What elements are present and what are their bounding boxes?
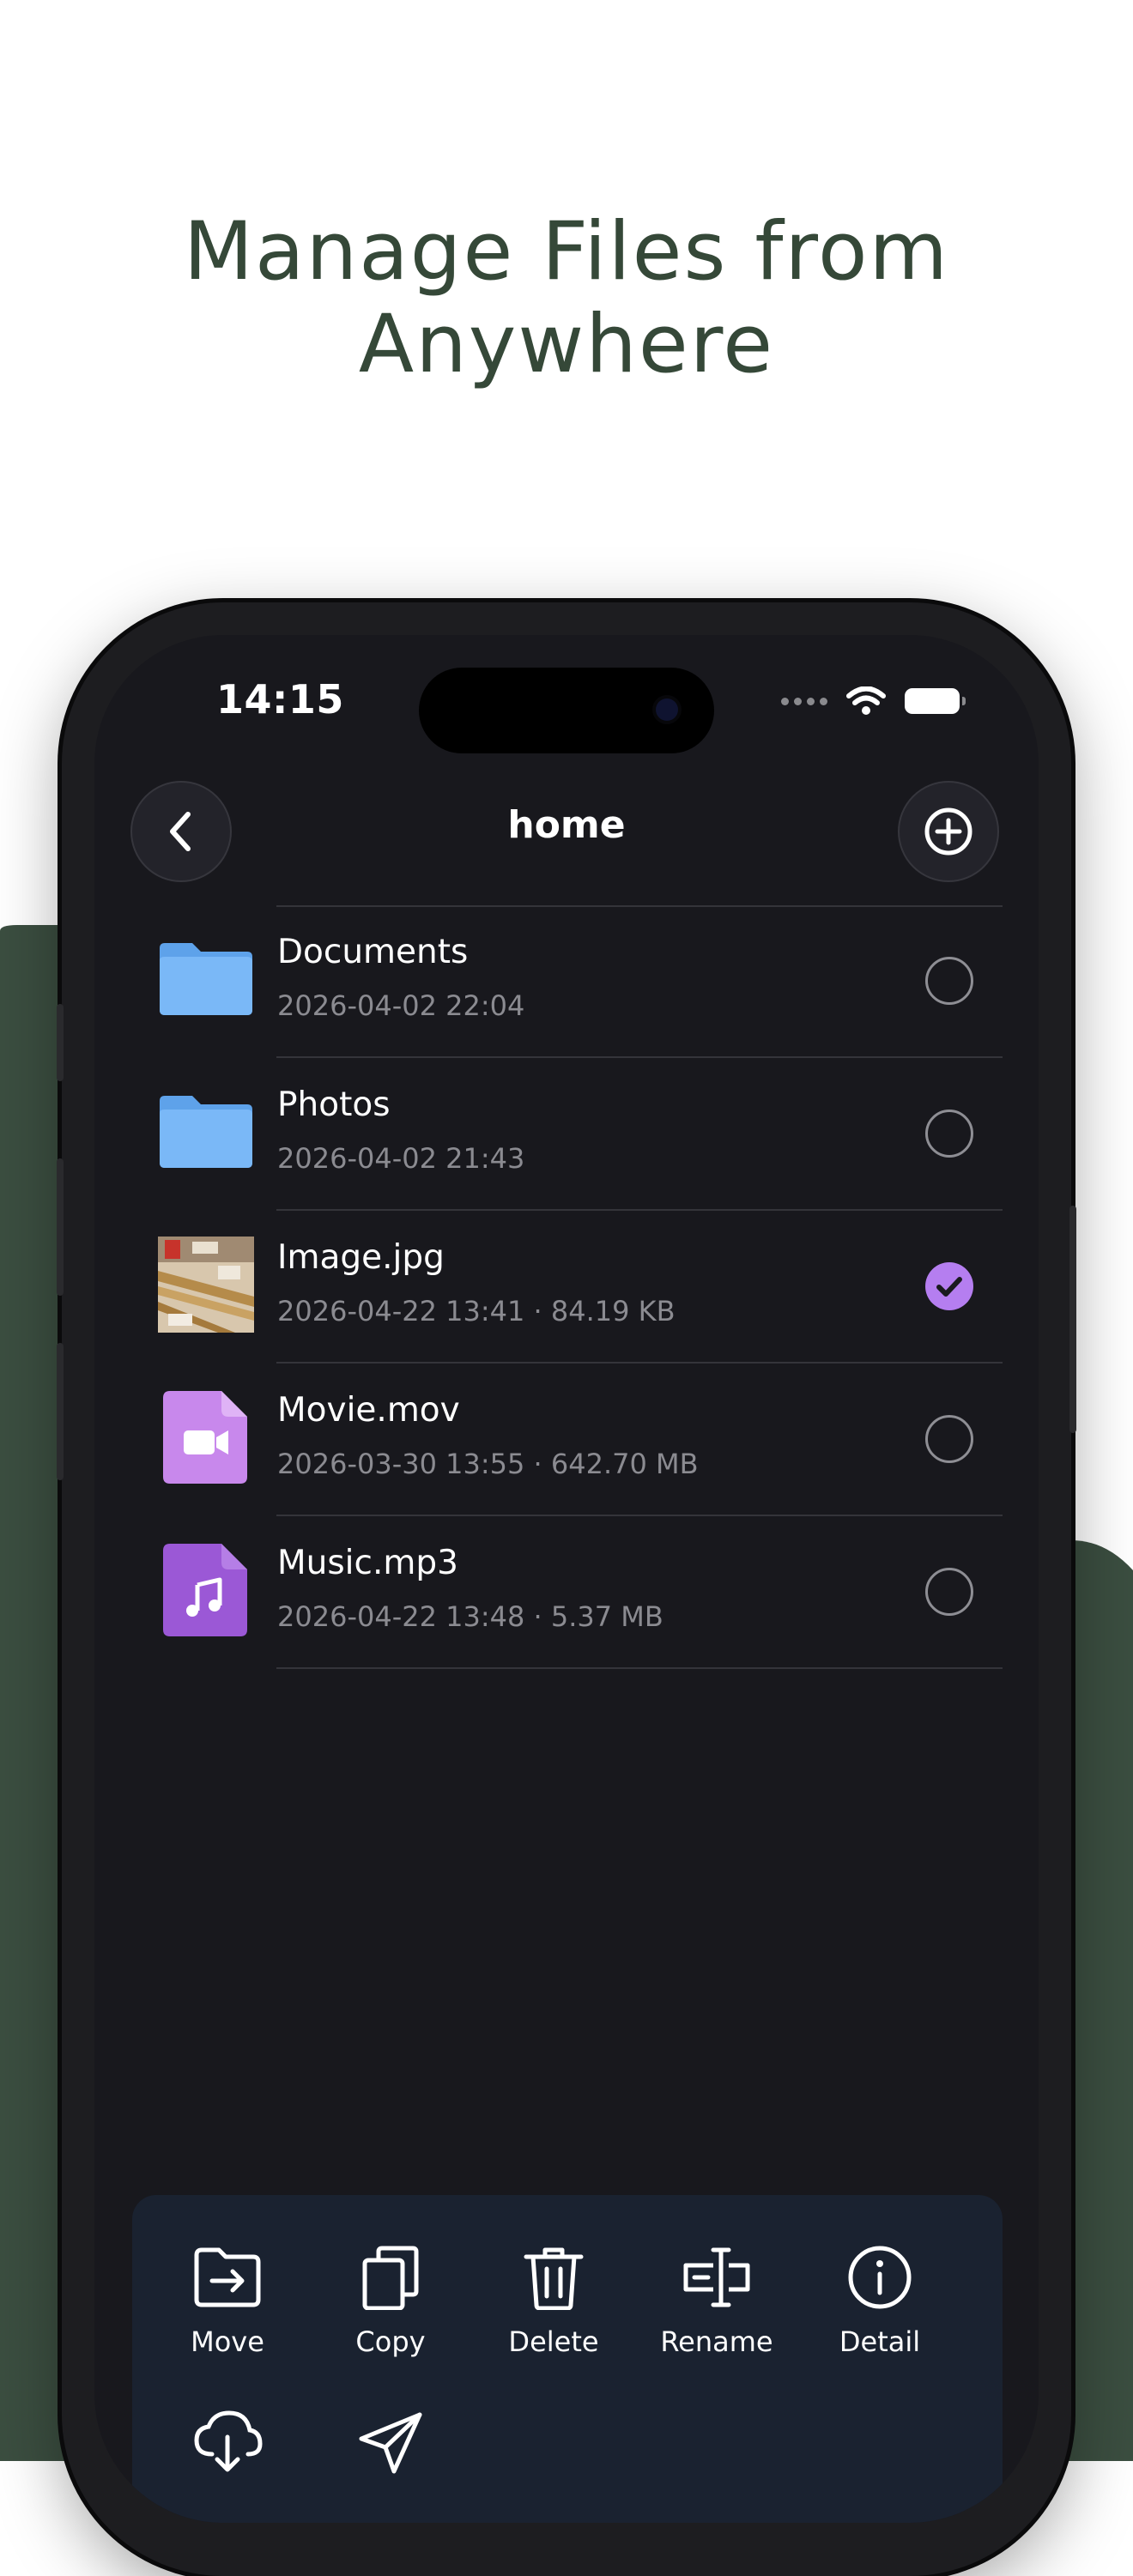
phone-screen: 14:15 home Documents 2026-04-02 22:04 Ph… bbox=[94, 635, 1039, 2523]
divider bbox=[276, 1667, 1003, 1669]
volume-up-button bbox=[57, 1158, 64, 1296]
volume-down-button bbox=[57, 1343, 64, 1480]
move-button[interactable]: Move bbox=[154, 2245, 300, 2358]
send-icon bbox=[359, 2412, 422, 2474]
status-time: 14:15 bbox=[216, 676, 344, 723]
select-radio[interactable] bbox=[925, 1568, 973, 1616]
status-icons bbox=[781, 686, 966, 716]
file-name: Documents bbox=[277, 933, 469, 971]
action-toolbar: Move Copy Delete Rename Detail bbox=[132, 2195, 1003, 2523]
copy-label: Copy bbox=[355, 2325, 426, 2358]
rename-label: Rename bbox=[660, 2325, 773, 2358]
move-icon bbox=[194, 2247, 261, 2307]
file-meta: 2026-04-22 13:41 · 84.19 KB bbox=[277, 1295, 676, 1327]
cellular-icon bbox=[781, 697, 827, 705]
select-radio[interactable] bbox=[925, 1110, 973, 1158]
folder-icon bbox=[160, 943, 252, 1015]
file-list: Documents 2026-04-02 22:04 Photos 2026-0… bbox=[94, 905, 1039, 1669]
copy-icon bbox=[362, 2246, 419, 2310]
file-name: Image.jpg bbox=[277, 1238, 445, 1277]
headline-line-1: Manage Files from bbox=[183, 205, 950, 299]
file-name: Music.mp3 bbox=[277, 1544, 458, 1582]
list-item[interactable]: Image.jpg 2026-04-22 13:41 · 84.19 KB bbox=[94, 1211, 1039, 1364]
detail-button[interactable]: Detail bbox=[807, 2245, 953, 2358]
audio-file-icon bbox=[163, 1544, 247, 1636]
download-button[interactable] bbox=[154, 2410, 300, 2475]
select-radio-checked[interactable] bbox=[925, 1262, 973, 1310]
file-meta: 2026-04-22 13:48 · 5.37 MB bbox=[277, 1600, 663, 1633]
dynamic-island bbox=[419, 668, 714, 753]
battery-icon bbox=[905, 688, 966, 714]
file-name: Movie.mov bbox=[277, 1391, 460, 1430]
cloud-download-icon bbox=[194, 2410, 263, 2472]
delete-button[interactable]: Delete bbox=[481, 2245, 627, 2358]
share-button[interactable] bbox=[318, 2410, 464, 2475]
page-title: home bbox=[507, 803, 626, 847]
power-button bbox=[1069, 1206, 1076, 1433]
action-button bbox=[57, 1004, 64, 1081]
rename-button[interactable]: Rename bbox=[644, 2245, 790, 2358]
checkmark-icon bbox=[936, 1277, 962, 1297]
move-label: Move bbox=[191, 2325, 264, 2358]
select-radio[interactable] bbox=[925, 1415, 973, 1463]
file-meta: 2026-03-30 13:55 · 642.70 MB bbox=[277, 1448, 699, 1480]
wifi-icon bbox=[846, 686, 886, 715]
list-item[interactable]: Photos 2026-04-02 21:43 bbox=[94, 1058, 1039, 1211]
file-meta: 2026-04-02 22:04 bbox=[277, 989, 525, 1022]
plus-circle-icon bbox=[924, 807, 972, 856]
detail-label: Detail bbox=[839, 2325, 921, 2358]
camera-lens bbox=[656, 698, 678, 721]
image-thumbnail bbox=[158, 1237, 254, 1333]
add-button[interactable] bbox=[898, 781, 999, 882]
select-radio[interactable] bbox=[925, 957, 973, 1005]
folder-icon bbox=[160, 1096, 252, 1168]
delete-label: Delete bbox=[508, 2325, 599, 2358]
file-name: Photos bbox=[277, 1085, 391, 1124]
video-file-icon bbox=[163, 1391, 247, 1484]
list-item[interactable]: Music.mp3 2026-04-22 13:48 · 5.37 MB bbox=[94, 1516, 1039, 1669]
trash-icon bbox=[524, 2247, 584, 2310]
headline-line-2: Anywhere bbox=[358, 298, 775, 391]
list-item[interactable]: Documents 2026-04-02 22:04 bbox=[94, 905, 1039, 1058]
list-item[interactable]: Movie.mov 2026-03-30 13:55 · 642.70 MB bbox=[94, 1364, 1039, 1516]
info-icon bbox=[848, 2246, 912, 2309]
file-meta: 2026-04-02 21:43 bbox=[277, 1142, 525, 1175]
copy-button[interactable]: Copy bbox=[318, 2245, 464, 2358]
rename-icon bbox=[683, 2247, 750, 2307]
promo-headline: Manage Files from Anywhere bbox=[0, 206, 1133, 391]
divider bbox=[276, 905, 1003, 907]
